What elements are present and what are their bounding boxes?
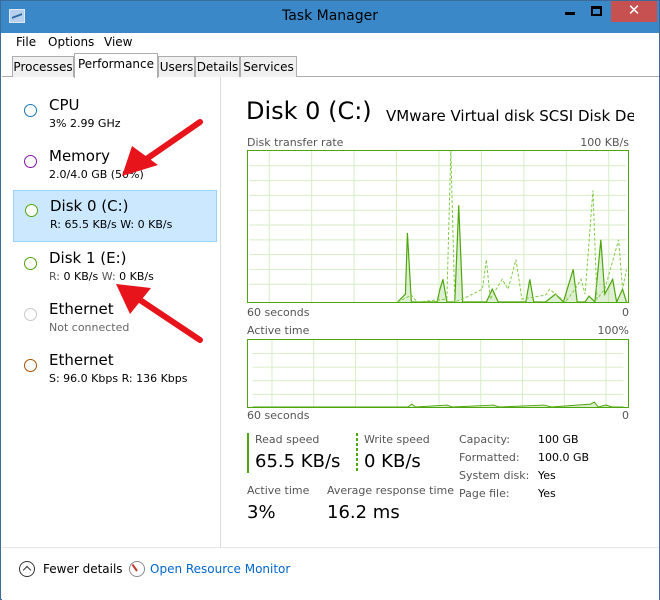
capacity-value: 100 GB [538,433,579,446]
menu-options[interactable]: Options [48,35,94,49]
open-resource-monitor-link[interactable]: Open Resource Monitor [150,562,290,576]
resource-ethernet-1[interactable]: Ethernet Not connected [13,298,217,346]
page-file-label: Page file: [459,487,510,500]
tab-processes[interactable]: Processes [12,56,74,77]
minimize-icon [565,12,575,15]
task-manager-window: Task Manager ✕ File Options View Process… [0,0,660,600]
graph2-label: Active time [247,324,310,337]
resource-list: CPU 3% 2.99 GHz Memory 2.0/4.0 GB (50%) … [2,77,221,547]
ethernet1-indicator-icon [24,308,37,321]
resource-disk-0[interactable]: Disk 0 (C:) R: 65.5 KB/s W: 0 KB/s [13,190,217,242]
read-prefix: R: [49,270,61,283]
menu-file[interactable]: File [16,35,36,49]
resource-name: Ethernet [49,351,114,369]
maximize-icon [590,6,602,16]
tab-details[interactable]: Details [195,56,240,77]
resource-name: Disk 1 (E:) [49,249,127,267]
tab-performance[interactable]: Performance [74,53,158,78]
graph2-min: 0 [622,409,629,422]
read-speed-bar [247,433,249,473]
write-speed-label: Write speed [364,433,430,446]
active-time-graph [247,339,629,408]
formatted-value: 100.0 GB [538,451,590,464]
write-value: 0 KB/s [119,270,154,283]
tab-users[interactable]: Users [158,56,195,77]
resource-summary: R: 65.5 KB/s W: 0 KB/s [50,218,173,231]
ethernet2-indicator-icon [24,359,37,372]
write-speed-bar [356,433,358,473]
detail-title: Disk 0 (C:) [246,97,372,125]
chevron-up-icon[interactable] [19,561,35,577]
capacity-label: Capacity: [459,433,510,446]
memory-indicator-icon [24,155,37,168]
active-time-label: Active time [247,484,310,497]
maximize-button[interactable] [583,1,609,22]
active-time-value: 3% [247,502,276,523]
system-disk-label: System disk: [459,469,530,482]
resource-ethernet-2[interactable]: Ethernet S: 96.0 Kbps R: 136 Kbps [13,349,217,397]
read-speed-label: Read speed [255,433,320,446]
resource-name: Disk 0 (C:) [50,197,129,215]
read-speed-value: 65.5 KB/s [255,451,341,472]
resource-summary: S: 96.0 Kbps R: 136 Kbps [49,372,188,385]
resource-summary: 3% 2.99 GHz [49,117,121,130]
resource-monitor-icon[interactable] [129,561,145,577]
disk-model: VMware Virtual disk SCSI Disk De... [386,107,634,125]
graph2-time: 60 seconds [247,409,310,422]
avg-response-value: 16.2 ms [327,502,400,523]
graph1-min: 0 [622,306,629,319]
title-bar[interactable]: Task Manager ✕ [1,1,659,33]
avg-response-label: Average response time [327,484,454,497]
tab-strip: Processes Performance Users Details Serv… [2,53,659,78]
page-file-value: Yes [538,487,556,500]
disk0-indicator-icon [25,204,38,217]
write-speed-value: 0 KB/s [364,451,421,472]
tab-services[interactable]: Services [240,56,297,77]
graph1-time: 60 seconds [247,306,310,319]
resource-summary: Not connected [49,321,130,334]
footer-bar: Fewer details Open Resource Monitor [2,547,659,600]
resource-name: Ethernet [49,300,114,318]
resource-name: Memory [49,147,111,165]
menu-bar: File Options View [2,33,659,53]
disk1-indicator-icon [24,257,37,270]
resource-summary: R: 0 KB/s W: 0 KB/s [49,270,154,283]
resource-cpu[interactable]: CPU 3% 2.99 GHz [13,94,217,142]
fewer-details-button[interactable]: Fewer details [43,562,123,576]
formatted-label: Formatted: [459,451,520,464]
read-value: 0 KB/s [63,270,99,283]
write-prefix: W: [101,270,116,283]
resource-memory[interactable]: Memory 2.0/4.0 GB (50%) [13,145,217,193]
graph1-label: Disk transfer rate [247,136,344,149]
system-disk-value: Yes [538,469,556,482]
resource-summary: 2.0/4.0 GB (50%) [49,168,144,181]
resource-disk-1[interactable]: Disk 1 (E:) R: 0 KB/s W: 0 KB/s [13,247,217,295]
resource-name: CPU [49,96,80,114]
close-button[interactable]: ✕ [611,1,657,22]
disk-transfer-rate-graph [247,150,629,303]
cpu-indicator-icon [24,104,37,117]
graph2-max: 100% [597,324,629,337]
graph1-max: 100 KB/s [580,136,629,149]
menu-view[interactable]: View [104,35,132,49]
minimize-button[interactable] [557,1,583,22]
disk-detail-pane: Disk 0 (C:) VMware Virtual disk SCSI Dis… [222,77,659,547]
close-icon: ✕ [627,1,641,19]
